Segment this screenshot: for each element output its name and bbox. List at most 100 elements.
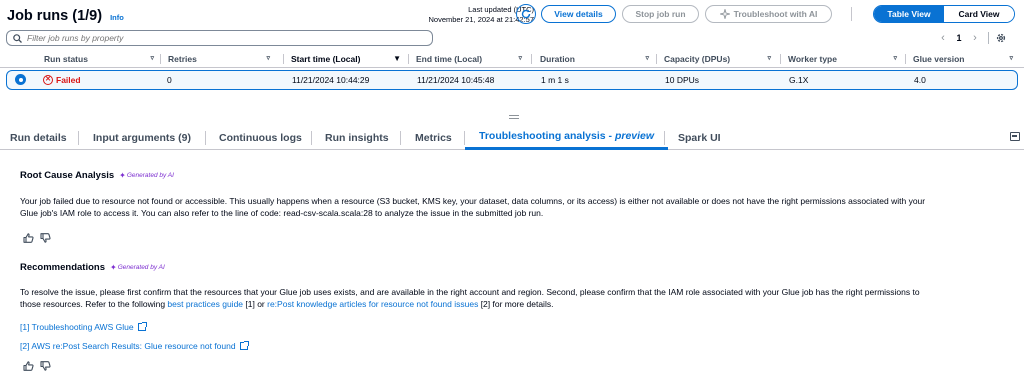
tab-spark-ui[interactable]: Spark UI [678,125,721,150]
tab-divider [78,131,79,145]
recommendation-text: [2] for more details. [478,299,554,309]
refresh-icon [521,9,531,19]
card-view-button[interactable]: Card View [944,6,1014,22]
recommendations-heading: Recommendations ✦ Generated by AI [20,262,165,273]
tab-run-insights[interactable]: Run insights [325,125,389,150]
thumbs-down-icon[interactable] [40,233,51,243]
cell-worker-type: G.1X [789,74,809,85]
tab-label: Troubleshooting analysis - [479,130,615,142]
column-label: Worker type [788,54,837,64]
view-details-button[interactable]: View details [541,5,616,23]
column-divider [656,54,657,64]
current-page[interactable]: 1 [950,33,968,43]
column-label: Run status [44,54,88,64]
sort-down-icon: ▿ [266,55,270,62]
sort-down-icon: ▿ [645,55,649,62]
stop-job-run-button[interactable]: Stop job run [622,5,699,23]
chevron-left-icon[interactable]: ‹ [936,32,950,44]
column-label: Start time (Local) [291,54,361,64]
recommendation-line: To resolve the issue, please first confi… [20,287,920,297]
column-end-time[interactable]: End time (Local) ▿ [416,50,530,68]
column-divider [283,54,284,64]
table-view-button[interactable]: Table View [874,6,944,22]
column-glue-version[interactable]: Glue version ▿ [913,50,1019,68]
cell-capacity: 10 DPUs [665,74,700,85]
tab-divider [400,131,401,145]
reference-link-1[interactable]: [1] Troubleshooting AWS Glue [20,321,147,333]
recommendation-line: those resources. Refer to the following … [20,298,1014,310]
reference-link-2[interactable]: [2] AWS re:Post Search Results: Glue res… [20,340,249,352]
repost-articles-link[interactable]: re:Post knowledge articles for resource … [267,299,478,309]
pagination-divider [988,32,989,44]
thumbs-up-icon[interactable] [23,361,34,371]
sort-down-icon: ▿ [150,55,154,62]
filter-input[interactable] [27,33,407,43]
column-start-time[interactable]: Start time (Local) ▼ [291,50,409,68]
root-cause-feedback [23,233,51,243]
tab-bar: Run details Input arguments (9) Continuo… [0,125,1024,150]
reference-label: [2] AWS re:Post Search Results: Glue res… [20,341,236,351]
column-divider [780,54,781,64]
tab-continuous-logs[interactable]: Continuous logs [219,125,302,150]
ai-badge-label: Generated by AI [117,264,165,271]
column-divider [905,54,906,64]
tab-run-details[interactable]: Run details [10,125,67,150]
cell-retries: 0 [167,74,172,85]
tab-divider [205,131,206,145]
best-practices-link[interactable]: best practices guide [167,299,243,309]
column-label: End time (Local) [416,54,483,64]
tab-divider [664,131,665,145]
tab-preview-label: preview [614,130,655,142]
column-worker-type[interactable]: Worker type ▿ [788,50,905,68]
gear-icon[interactable] [995,32,1007,44]
troubleshoot-with-ai-button[interactable]: Troubleshoot with AI [705,5,832,23]
resize-handle[interactable] [509,115,519,119]
cell-start-time: 11/21/2024 10:44:29 [292,74,370,85]
column-duration[interactable]: Duration ▿ [540,50,657,68]
recommendation-text: those resources. Refer to the following [20,299,168,309]
root-cause-text: Your job failed due to resource not foun… [20,195,1014,219]
row-radio-selected[interactable] [15,74,26,85]
tab-metrics[interactable]: Metrics [415,125,452,150]
pagination: ‹ 1 › [936,30,1007,46]
refresh-button[interactable] [516,4,536,24]
tab-troubleshooting-analysis[interactable]: Troubleshooting analysis - preview [465,125,669,150]
column-retries[interactable]: Retries ▿ [168,50,278,68]
reference-label: [1] Troubleshooting AWS Glue [20,322,134,332]
generated-by-ai-badge: ✦ Generated by AI [110,263,165,272]
root-cause-line: Glue job's IAM role to access it. You ca… [20,208,544,218]
ai-badge-label: Generated by AI [126,172,174,179]
generated-by-ai-badge: ✦ Generated by AI [119,171,174,180]
recommendations-feedback [23,361,51,371]
root-cause-title: Root Cause Analysis [20,170,115,181]
tab-divider [311,131,312,145]
external-link-icon [239,341,249,350]
cell-status: ✕ Failed [43,71,81,88]
troubleshoot-label: Troubleshoot with AI [733,9,818,19]
recommendation-text: [1] or [243,299,268,309]
tab-input-arguments[interactable]: Input arguments (9) [93,125,191,150]
sparkle-icon: ✦ [110,263,117,272]
recommendations-title: Recommendations [20,262,105,273]
thumbs-up-icon[interactable] [23,233,34,243]
panel-layout-icon[interactable] [1010,132,1020,141]
column-capacity[interactable]: Capacity (DPUs) ▿ [664,50,779,68]
table-row[interactable]: ✕ Failed 0 11/21/2024 10:44:29 11/21/202… [6,70,1018,90]
job-runs-panel: Job runs (1/9) Info Last updated (UTC) N… [0,0,1024,100]
sort-down-icon: ▿ [518,55,522,62]
column-divider [531,54,532,64]
chevron-right-icon[interactable]: › [968,32,982,44]
thumbs-down-icon[interactable] [40,361,51,371]
root-cause-line: Your job failed due to resource not foun… [20,196,926,206]
table-header: Run status ▿ Retries ▿ Start time (Local… [0,50,1024,68]
filter-box [6,30,433,46]
column-divider [408,54,409,64]
page-header: Job runs (1/9) Info [7,4,124,28]
column-run-status[interactable]: Run status ▿ [44,50,162,68]
info-link[interactable]: Info [110,13,124,22]
search-icon [13,33,22,43]
sparkle-icon [719,9,730,19]
sort-down-icon: ▿ [893,55,897,62]
root-cause-heading: Root Cause Analysis ✦ Generated by AI [20,170,174,181]
page-title: Job runs (1/9) [7,8,103,24]
